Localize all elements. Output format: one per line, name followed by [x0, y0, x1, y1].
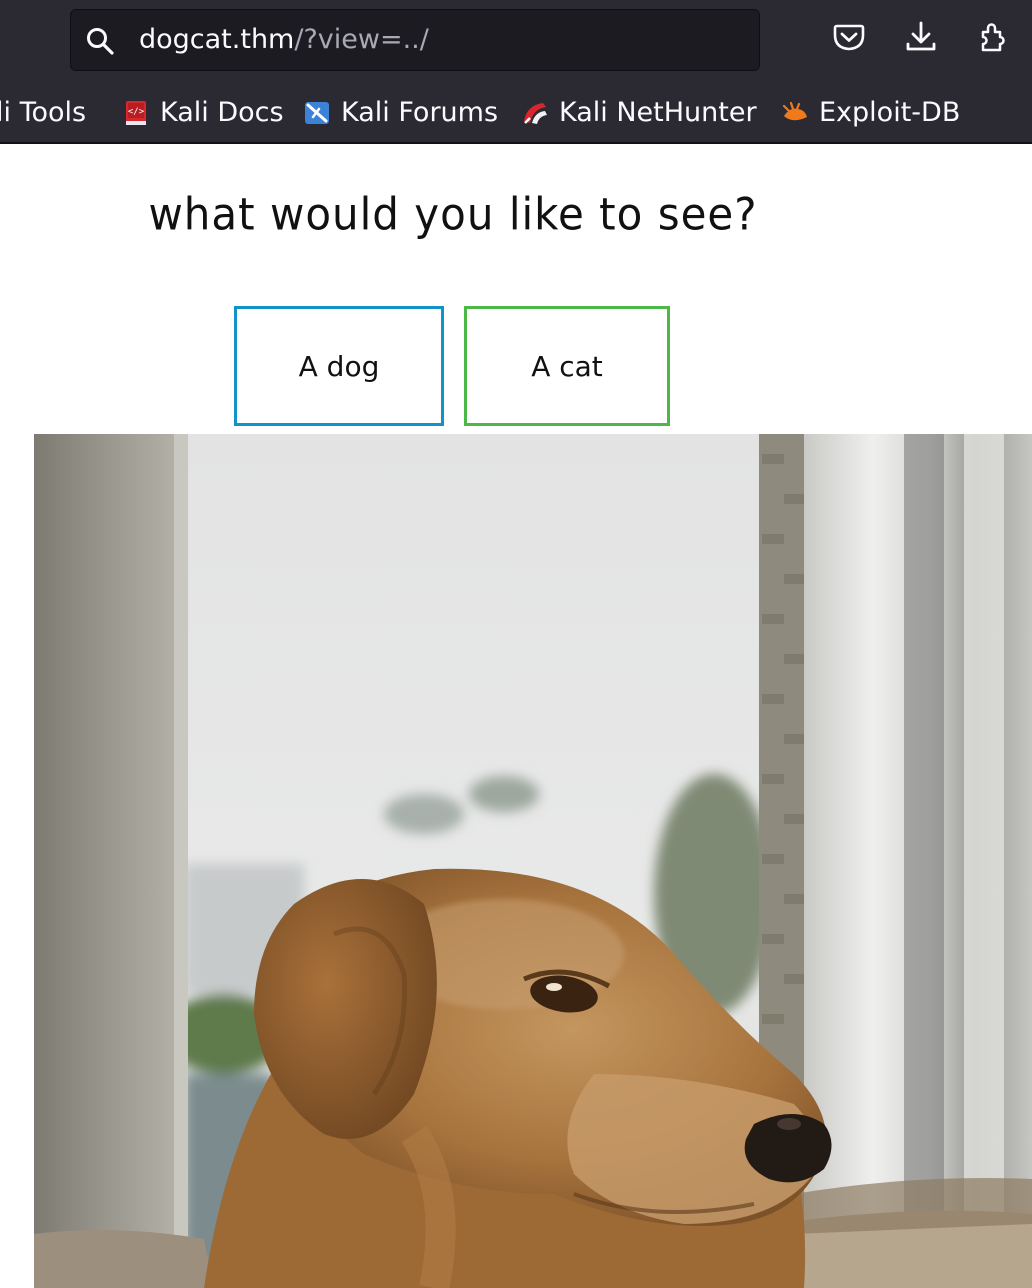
bookmark-label: li Tools — [0, 97, 87, 128]
cat-button-label: A cat — [531, 349, 603, 383]
page-heading: what would you like to see? — [148, 188, 758, 241]
pocket-icon[interactable] — [832, 20, 866, 54]
bookmark-kali-tools[interactable]: li Tools — [0, 95, 86, 131]
kali-nethunter-icon — [524, 103, 547, 124]
download-icon[interactable] — [904, 20, 938, 54]
url-path: /?view=../ — [294, 24, 429, 55]
golden-retriever-picture — [34, 434, 1032, 1288]
bookmark-kali-docs[interactable]: </> Kali Docs — [122, 95, 284, 131]
bookmarks-toolbar: li Tools </> Kali Docs Kali Forums Kali … — [0, 82, 1032, 144]
bookmark-label: Kali Forums — [341, 97, 499, 128]
extensions-icon[interactable] — [977, 20, 1011, 54]
url-host: dogcat.thm — [139, 24, 295, 55]
bookmark-kali-nethunter[interactable]: Kali NetHunter — [521, 95, 757, 131]
bookmark-exploit-db[interactable]: Exploit-DB — [781, 95, 960, 131]
svg-text:</>: </> — [128, 107, 145, 117]
clipped-text-fragment — [250, 144, 550, 148]
dog-button-label: A dog — [298, 349, 380, 383]
bookmark-label: Kali Docs — [160, 97, 284, 128]
dog-button[interactable]: A dog — [234, 306, 444, 426]
bookmark-label: Kali NetHunter — [559, 97, 757, 128]
kali-forums-icon — [305, 102, 329, 124]
search-icon — [87, 28, 114, 55]
exploit-db-icon — [782, 101, 807, 121]
kali-docs-icon: </> — [126, 101, 146, 125]
browser-toolbar: dogcat.thm/?view=../ — [0, 0, 1032, 82]
page-content: what would you like to see? A dog A cat — [0, 144, 1032, 1288]
address-bar[interactable]: dogcat.thm/?view=../ — [70, 9, 760, 71]
url-text[interactable]: dogcat.thm/?view=../ — [139, 24, 429, 56]
cat-button[interactable]: A cat — [464, 306, 670, 426]
bookmark-kali-forums[interactable]: Kali Forums — [303, 95, 498, 131]
dog-image — [34, 434, 1032, 1288]
bookmark-label: Exploit-DB — [819, 97, 961, 128]
